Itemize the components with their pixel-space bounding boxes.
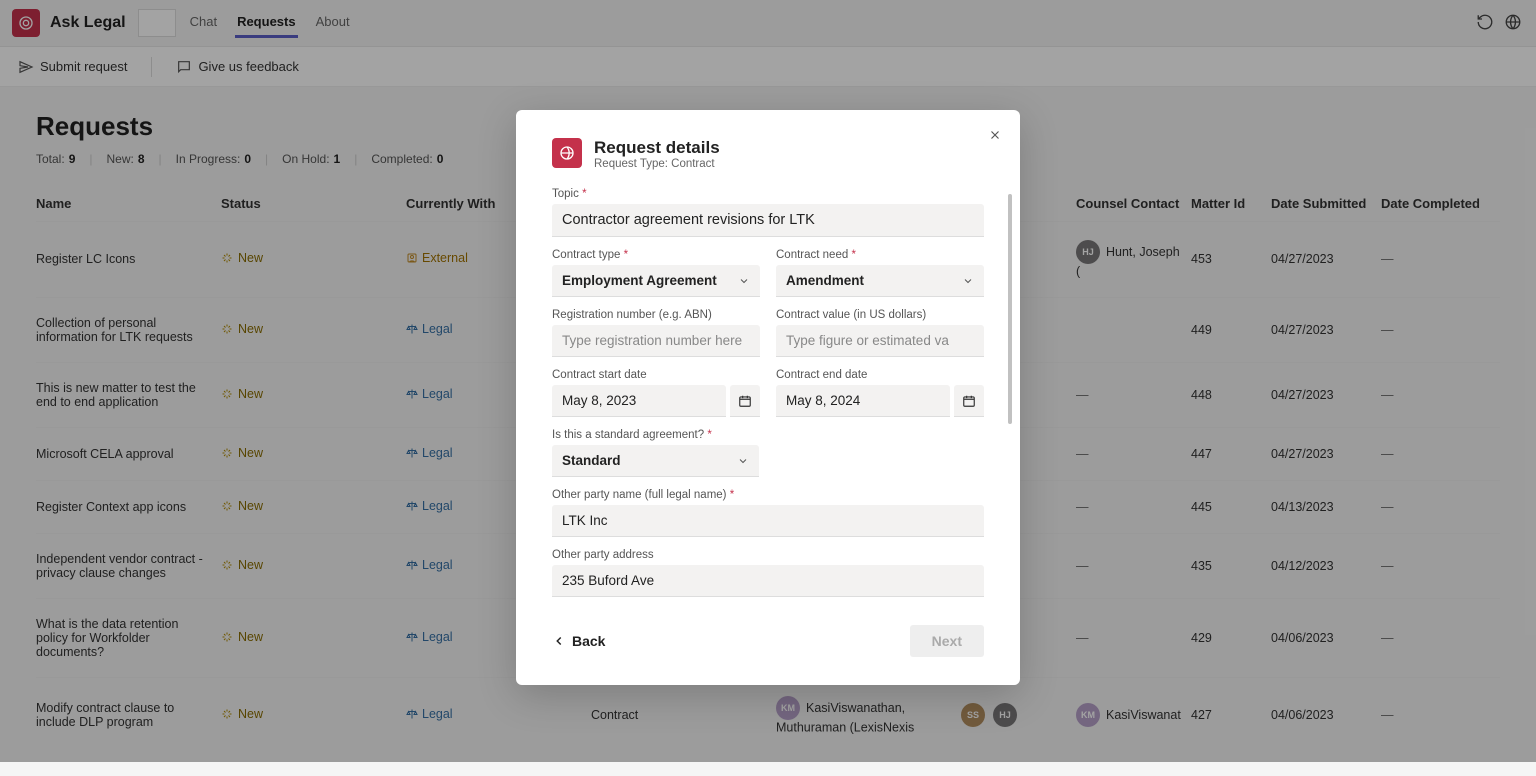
contract-need-label: Contract need * bbox=[776, 249, 984, 261]
request-details-modal: Request details Request Type: Contract T… bbox=[516, 110, 1020, 685]
start-date-picker-button[interactable] bbox=[730, 385, 760, 417]
end-date-label: Contract end date bbox=[776, 369, 984, 381]
modal-overlay[interactable]: Request details Request Type: Contract T… bbox=[0, 0, 1536, 762]
contract-value-label: Contract value (in US dollars) bbox=[776, 309, 984, 321]
registration-label: Registration number (e.g. ABN) bbox=[552, 309, 760, 321]
end-date-input[interactable] bbox=[776, 385, 950, 417]
calendar-icon bbox=[962, 394, 976, 408]
other-party-address-label: Other party address bbox=[552, 549, 984, 561]
modal-subtitle: Request Type: Contract bbox=[594, 158, 720, 170]
start-date-input[interactable] bbox=[552, 385, 726, 417]
registration-input[interactable] bbox=[552, 325, 760, 357]
modal-title: Request details bbox=[594, 138, 720, 158]
contract-type-select[interactable] bbox=[552, 265, 760, 297]
other-party-name-label: Other party name (full legal name) * bbox=[552, 489, 984, 501]
contract-value-input[interactable] bbox=[776, 325, 984, 357]
close-button[interactable] bbox=[988, 128, 1002, 142]
calendar-icon bbox=[738, 394, 752, 408]
back-button[interactable]: Back bbox=[552, 633, 605, 649]
topic-input[interactable] bbox=[552, 204, 984, 237]
start-date-label: Contract start date bbox=[552, 369, 760, 381]
chevron-left-icon bbox=[552, 634, 566, 648]
contract-need-select[interactable] bbox=[776, 265, 984, 297]
contract-type-label: Contract type * bbox=[552, 249, 760, 261]
next-button[interactable]: Next bbox=[910, 625, 984, 657]
modal-scrollbar[interactable] bbox=[1008, 194, 1012, 424]
other-party-address-input[interactable] bbox=[552, 565, 984, 597]
close-icon bbox=[988, 128, 1002, 142]
modal-form: Topic * Contract type * Contract need * bbox=[552, 188, 984, 597]
modal-logo-icon bbox=[552, 138, 582, 168]
standard-label: Is this a standard agreement? * bbox=[552, 429, 759, 441]
standard-select[interactable] bbox=[552, 445, 759, 477]
topic-label: Topic * bbox=[552, 188, 984, 200]
end-date-picker-button[interactable] bbox=[954, 385, 984, 417]
other-party-name-input[interactable] bbox=[552, 505, 984, 537]
